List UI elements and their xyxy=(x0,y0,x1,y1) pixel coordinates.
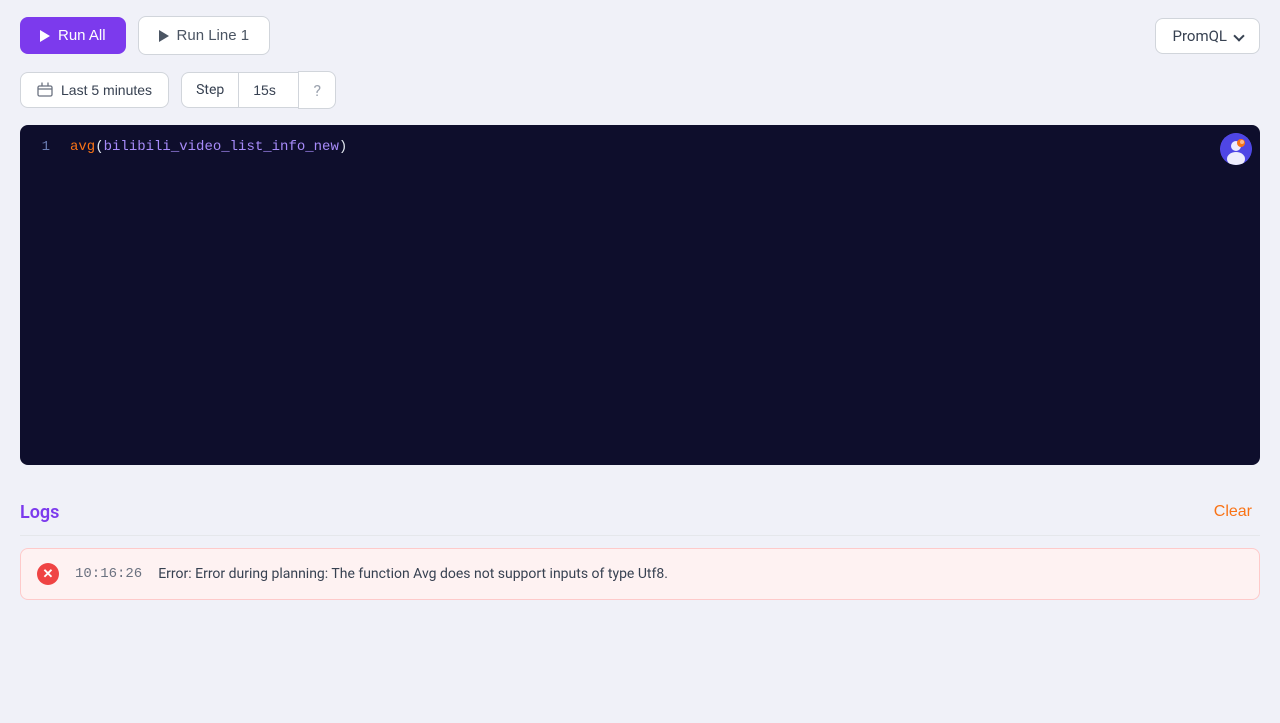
promql-selector[interactable]: PromQL xyxy=(1155,18,1260,54)
code-function: avg xyxy=(70,139,95,155)
step-help-icon[interactable]: ? xyxy=(298,71,336,109)
second-toolbar: Last 5 minutes Step ? xyxy=(0,71,1280,125)
line-number: 1 xyxy=(20,137,70,158)
log-timestamp: 10:16:26 xyxy=(75,566,142,582)
time-range-button[interactable]: Last 5 minutes xyxy=(20,72,169,108)
editor-line-1: 1 avg(bilibili_video_list_info_new) xyxy=(20,125,1260,170)
promql-label: PromQL xyxy=(1172,27,1227,45)
logs-header: Logs Clear xyxy=(20,485,1260,536)
main-toolbar: Run All Run Line 1 PromQL xyxy=(0,0,1280,71)
run-all-button[interactable]: Run All xyxy=(20,17,126,54)
avatar-icon xyxy=(1220,133,1252,165)
clear-button[interactable]: Clear xyxy=(1206,499,1260,525)
time-range-label: Last 5 minutes xyxy=(61,82,152,98)
run-line-label: Run Line 1 xyxy=(177,27,250,44)
code-open-paren: ( xyxy=(95,139,103,155)
logs-section: Logs Clear ✕ 10:16:26 Error: Error durin… xyxy=(20,485,1260,600)
code-close-paren: ) xyxy=(339,139,347,155)
toolbar-left: Run All Run Line 1 xyxy=(20,16,270,55)
step-input[interactable] xyxy=(238,72,298,108)
editor-avatar xyxy=(1220,133,1252,165)
line-content: avg(bilibili_video_list_info_new) xyxy=(70,137,1260,158)
run-all-label: Run All xyxy=(58,27,106,44)
clock-icon xyxy=(37,82,53,98)
step-label: Step xyxy=(181,72,238,108)
code-editor[interactable]: 1 avg(bilibili_video_list_info_new) xyxy=(20,125,1260,465)
run-line-button[interactable]: Run Line 1 xyxy=(138,16,271,55)
play-icon-2 xyxy=(159,30,169,42)
log-message: Error: Error during planning: The functi… xyxy=(158,566,1243,582)
logs-title: Logs xyxy=(20,502,59,523)
error-icon: ✕ xyxy=(37,563,59,585)
play-icon xyxy=(40,30,50,42)
step-container: Step ? xyxy=(181,71,336,109)
editor-avatar-button[interactable] xyxy=(1220,133,1252,165)
code-metric: bilibili_video_list_info_new xyxy=(104,139,339,155)
log-entry: ✕ 10:16:26 Error: Error during planning:… xyxy=(20,548,1260,600)
chevron-down-icon xyxy=(1233,30,1244,41)
